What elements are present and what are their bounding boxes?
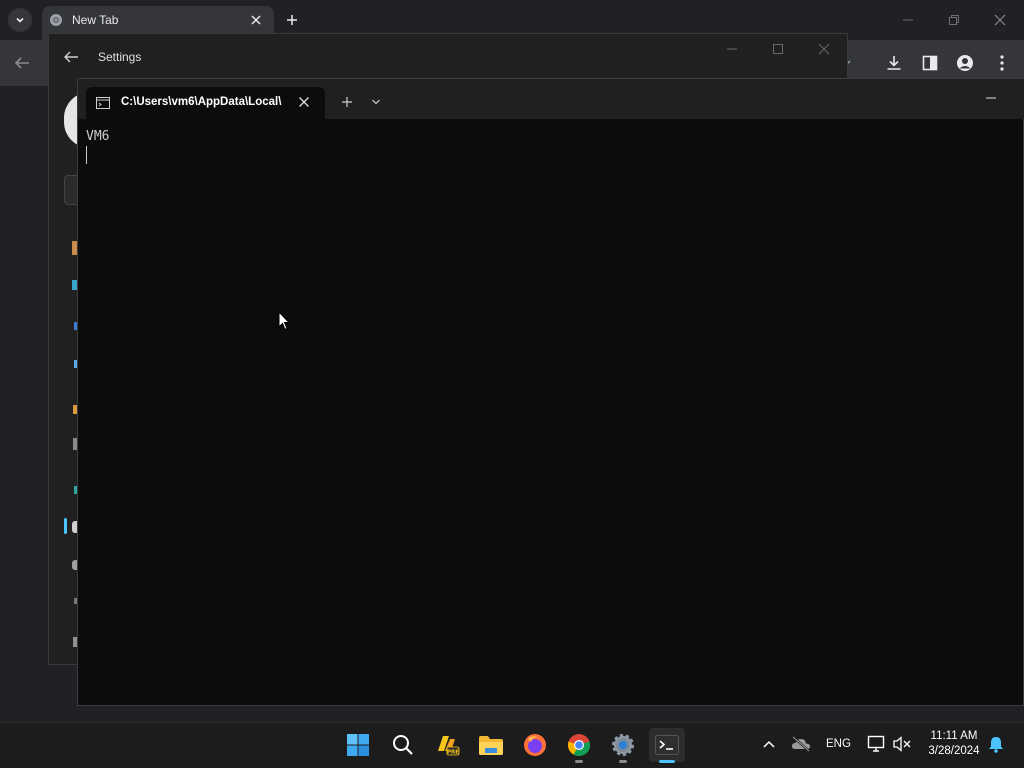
terminal-active-indicator	[659, 760, 675, 763]
search-button[interactable]	[385, 728, 421, 762]
chrome-close-button[interactable]	[994, 14, 1006, 26]
terminal-icon	[655, 735, 679, 755]
settings-nav-selected-indicator	[64, 518, 67, 534]
language-indicator[interactable]: ENG	[826, 738, 851, 750]
chevron-down-icon	[372, 99, 380, 105]
chevron-down-icon	[16, 17, 24, 23]
plus-icon	[342, 97, 352, 107]
minimize-icon	[727, 48, 737, 50]
chrome-back-button[interactable]	[14, 56, 30, 70]
settings-minimize-button[interactable]	[726, 43, 738, 55]
gear-icon	[612, 734, 634, 756]
terminal-minimize-button[interactable]	[985, 92, 997, 104]
svg-text:PRE: PRE	[447, 750, 459, 756]
settings-taskbar-button[interactable]	[605, 728, 641, 762]
cloud-offline-icon	[791, 736, 810, 752]
settings-title: Settings	[98, 50, 142, 64]
chrome-icon	[49, 13, 63, 27]
copilot-pre-icon: PRE	[438, 736, 460, 756]
clock-date: 3/28/2024	[928, 745, 980, 757]
show-hidden-icons-button[interactable]	[762, 738, 776, 750]
close-icon	[251, 15, 261, 25]
cmd-icon	[96, 97, 110, 109]
clock-time: 11:11 AM	[930, 730, 978, 742]
side-panel-button[interactable]	[921, 54, 939, 72]
settings-search-box[interactable]	[64, 175, 78, 205]
terminal-new-tab-button[interactable]	[341, 96, 353, 108]
firefox-button[interactable]	[517, 728, 553, 762]
close-tab-button[interactable]	[249, 13, 263, 27]
bell-icon	[989, 737, 1003, 753]
search-icon	[393, 735, 413, 755]
chrome-logo-icon	[567, 734, 591, 757]
firefox-icon	[524, 734, 546, 756]
network-button[interactable]	[867, 735, 887, 753]
chrome-running-indicator	[575, 760, 583, 763]
terminal-taskbar-button[interactable]	[649, 728, 685, 762]
chrome-tab-title: New Tab	[72, 13, 119, 27]
volume-muted-icon	[893, 736, 911, 752]
maximize-icon	[773, 44, 783, 54]
minimize-icon	[903, 19, 913, 21]
restore-icon	[949, 15, 959, 25]
copilot-pre-button[interactable]: PRE	[429, 728, 465, 762]
network-icon	[867, 735, 885, 752]
notifications-button[interactable]	[988, 736, 1004, 753]
chrome-minimize-button[interactable]	[902, 14, 914, 26]
plus-icon	[287, 15, 297, 25]
settings-back-button[interactable]	[63, 50, 79, 64]
profile-button[interactable]	[956, 54, 974, 72]
terminal-window	[77, 78, 1024, 706]
minimize-icon	[986, 97, 996, 99]
profile-icon	[957, 55, 973, 71]
onedrive-button[interactable]	[791, 736, 811, 752]
back-arrow-icon	[64, 51, 78, 63]
clock[interactable]: 11:11 AM 3/28/2024	[918, 729, 990, 759]
back-arrow-icon	[14, 57, 29, 69]
chrome-menu-button[interactable]	[995, 54, 1009, 72]
settings-maximize-button[interactable]	[772, 43, 784, 55]
download-button[interactable]	[885, 54, 903, 72]
chrome-taskbar-button[interactable]	[561, 728, 597, 762]
volume-button[interactable]	[893, 736, 913, 752]
tab-search-button[interactable]	[8, 8, 32, 32]
side-panel-icon	[922, 55, 938, 71]
chevron-up-icon	[763, 740, 775, 748]
windows-logo-icon	[347, 734, 369, 756]
close-icon	[818, 43, 830, 55]
kebab-menu-icon	[1000, 55, 1004, 71]
new-tab-button[interactable]	[285, 13, 299, 27]
close-icon	[994, 14, 1006, 26]
settings-close-button[interactable]	[818, 43, 830, 55]
start-button[interactable]	[340, 728, 376, 762]
terminal-tab-title: C:\Users\vm6\AppData\Local\	[121, 96, 282, 108]
settings-running-indicator	[619, 760, 627, 763]
folder-icon	[479, 736, 503, 755]
file-explorer-button[interactable]	[473, 728, 509, 762]
mouse-pointer-icon	[278, 311, 290, 331]
terminal-close-tab-button[interactable]	[298, 96, 310, 108]
download-icon	[887, 56, 901, 70]
terminal-dropdown-button[interactable]	[371, 98, 381, 106]
close-icon	[299, 97, 309, 107]
chrome-restore-button[interactable]	[948, 14, 960, 26]
terminal-output-line: VM6	[86, 129, 110, 144]
terminal-cursor	[86, 146, 87, 164]
